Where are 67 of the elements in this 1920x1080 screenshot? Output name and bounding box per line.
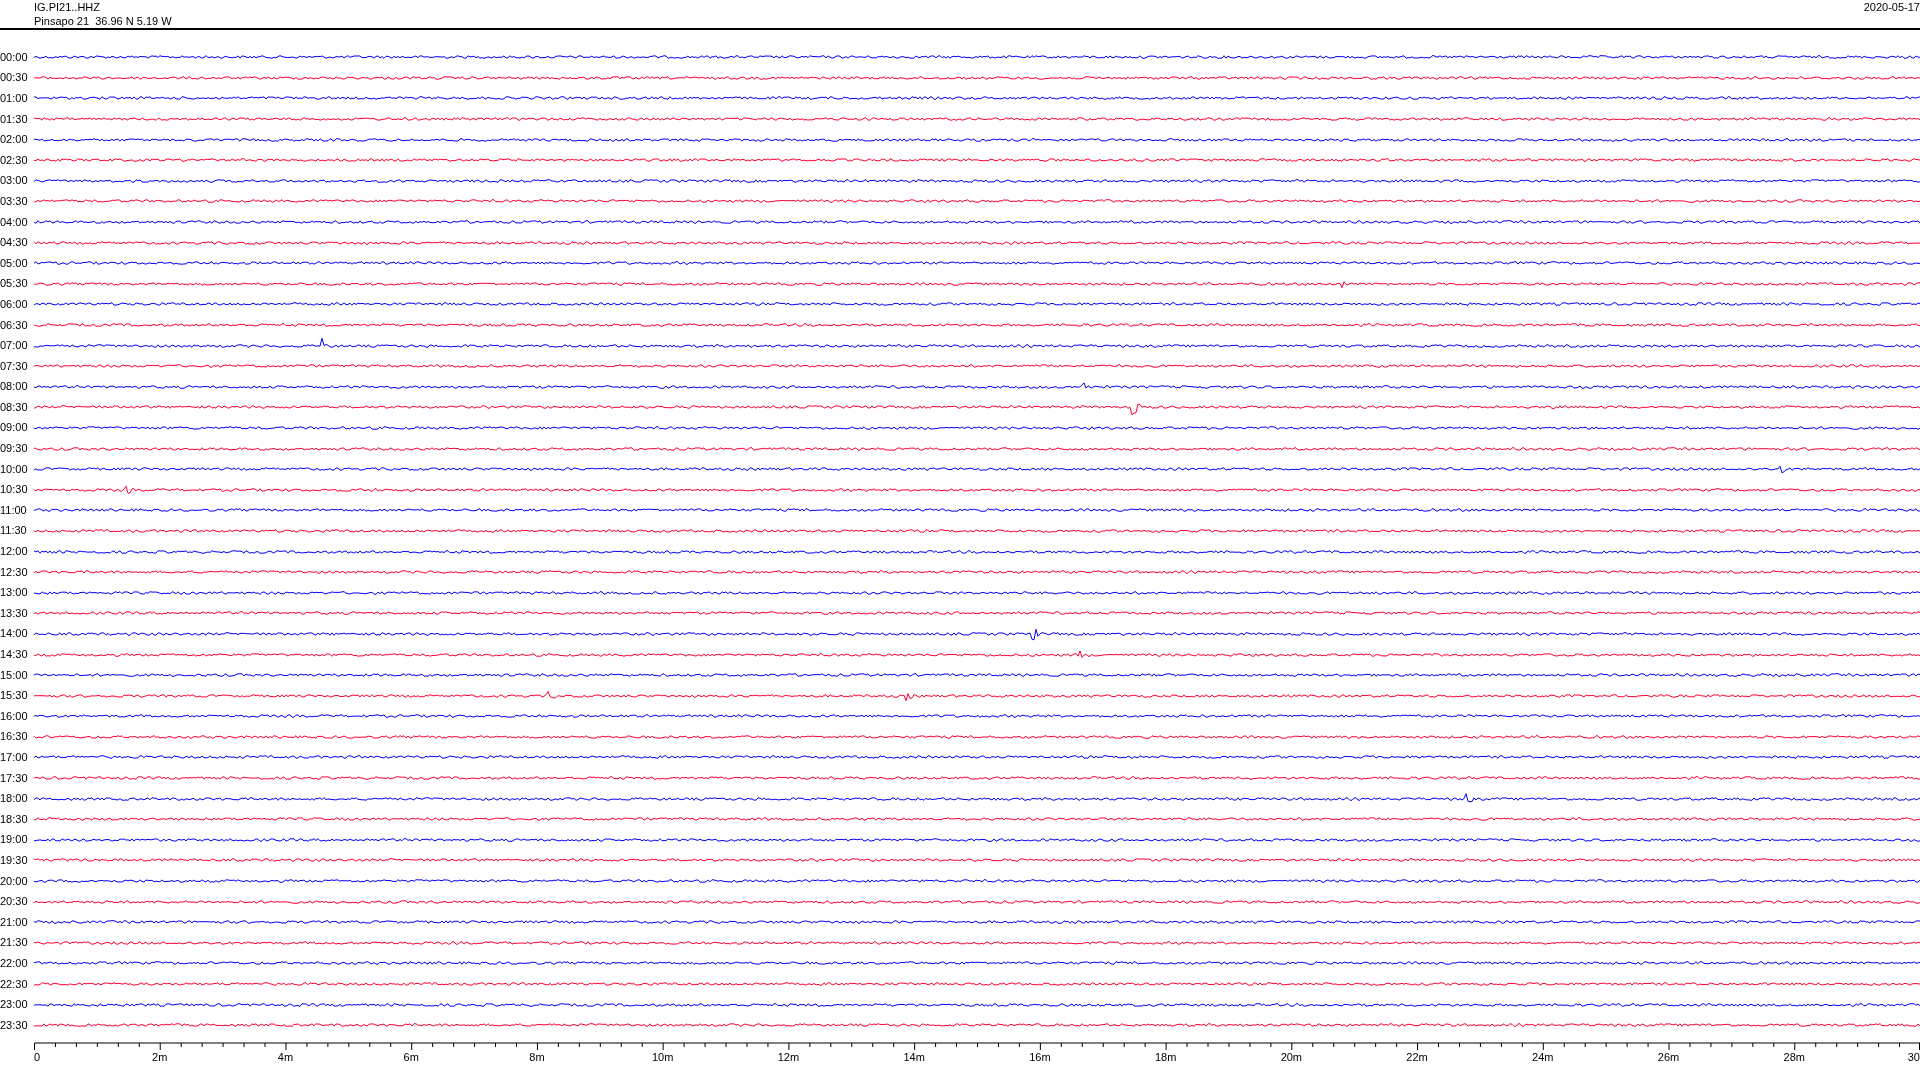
trace-time-label: 02:30: [0, 154, 29, 166]
axis-tick-label: 12m: [777, 1050, 800, 1063]
trace-time-label: 01:00: [0, 93, 29, 104]
axis-tick-label: 4m: [277, 1050, 294, 1063]
trace-time-label: 09:30: [0, 443, 29, 455]
trace-time-label: 23:00: [0, 999, 29, 1011]
trace-time-label: 15:30: [0, 690, 29, 702]
trace-time-label: 20:00: [0, 875, 29, 887]
trace-time-label: 00:30: [0, 72, 29, 84]
date-label: 2020-05-17: [1863, 0, 1920, 15]
trace-time-label: 10:00: [0, 463, 29, 475]
trace-time-label: 20:30: [0, 896, 29, 908]
trace-time-label: 17:00: [0, 752, 29, 763]
trace-time-label: 23:30: [0, 1019, 29, 1031]
trace-time-label: 12:00: [0, 546, 29, 558]
trace-time-label: 05:00: [0, 257, 29, 269]
trace-time-label: 19:00: [0, 834, 29, 846]
trace-time-label: 18:00: [0, 793, 29, 805]
trace-time-label: 18:30: [0, 813, 29, 825]
axis-tick-label: 8m: [529, 1050, 545, 1063]
trace-time-label: 04:30: [0, 237, 29, 249]
trace-time-label: 03:00: [0, 175, 29, 187]
trace-time-label: 03:30: [0, 195, 29, 207]
trace-time-label: 16:00: [0, 710, 29, 722]
axis-tick-label: 16m: [1029, 1050, 1051, 1063]
trace-time-label: 08:30: [0, 401, 29, 413]
trace-time-label: 21:30: [0, 937, 29, 949]
trace-time-label: 14:30: [0, 649, 29, 660]
station-location: Pinsapo 21 36.96 N 5.19 W: [34, 14, 172, 28]
axis-tick-label: 14m: [903, 1050, 925, 1063]
station-code: IG.PI21..HHZ: [34, 0, 102, 14]
trace-time-label: 07:30: [0, 360, 29, 372]
axis-tick-label: 2m: [152, 1050, 168, 1063]
trace-time-label: 14:00: [0, 628, 29, 640]
axis-tick-label: 26m: [1657, 1050, 1680, 1063]
trace-time-label: 00:00: [0, 51, 29, 63]
axis-tick-label: 24m: [1532, 1050, 1554, 1063]
trace-time-label: 09:00: [0, 422, 29, 434]
axis-tick-label: 28m: [1783, 1050, 1805, 1063]
trace-time-label: 13:00: [0, 587, 29, 599]
trace-time-label: 16:30: [0, 731, 29, 743]
trace-time-label: 05:30: [0, 278, 29, 290]
trace-time-label: 11:00: [0, 504, 28, 516]
trace-time-label: 06:30: [0, 319, 29, 331]
trace-time-label: 21:00: [0, 916, 29, 928]
trace-time-label: 04:00: [0, 216, 29, 228]
axis-tick-label: 0: [34, 1050, 41, 1063]
trace-time-label: 01:30: [0, 113, 29, 125]
trace-time-label: 17:30: [0, 772, 29, 784]
trace-time-label: 22:30: [0, 978, 29, 990]
trace-time-label: 08:00: [0, 381, 29, 393]
trace-time-label: 19:30: [0, 854, 29, 866]
axis-tick-label: 6m: [403, 1050, 419, 1063]
axis-tick-label: 20m: [1280, 1050, 1303, 1063]
axis-tick-label: 10m: [651, 1050, 674, 1063]
trace-time-label: 12:30: [0, 566, 29, 578]
trace-time-label: 22:00: [0, 957, 29, 969]
axis-tick-label: 30: [1907, 1050, 1920, 1063]
axis-tick-label: 22m: [1406, 1050, 1428, 1063]
trace-time-label: 11:30: [0, 525, 28, 537]
trace-time-label: 06:00: [0, 298, 29, 310]
trace-time-label: 15:00: [0, 669, 29, 681]
trace-time-label: 13:30: [0, 607, 29, 619]
trace-time-label: 02:00: [0, 134, 29, 146]
axis-tick-label: 18m: [1154, 1050, 1177, 1063]
trace-time-label: 07:00: [0, 340, 29, 352]
trace-time-label: 10:30: [0, 484, 29, 496]
